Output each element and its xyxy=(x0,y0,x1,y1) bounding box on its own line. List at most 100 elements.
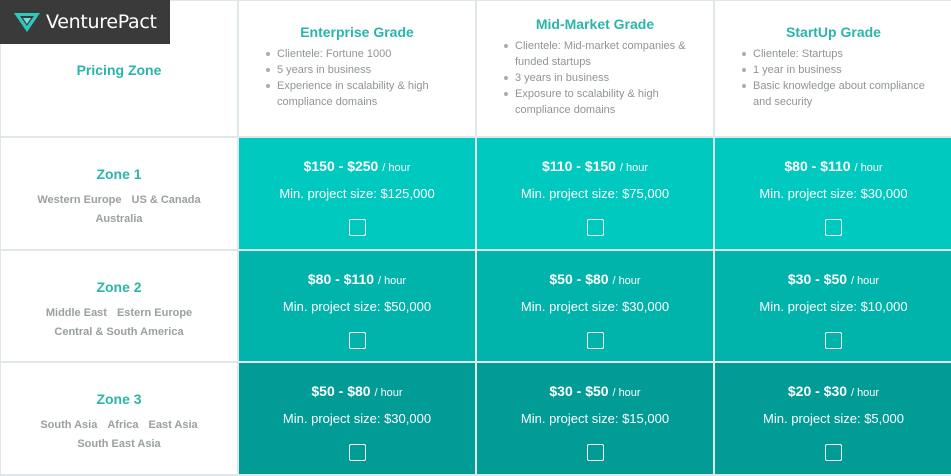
rate-unit: / hour xyxy=(374,387,403,399)
grade-enterprise: Enterprise Grade Clientele: Fortune 1000… xyxy=(239,1,475,136)
region-label: Australia xyxy=(95,213,143,225)
grade-title: Mid-Market Grade xyxy=(535,16,655,32)
price-cell-zone2-mid-market: $50 - $80 / hour Min. project size: $30,… xyxy=(477,251,713,361)
region-label: Western Europe xyxy=(37,194,122,206)
zone-title: Zone 2 xyxy=(96,279,142,295)
min-project-size: Min. project size: $10,000 xyxy=(759,299,908,314)
zone-1-cell: Zone 1 Western Europe US & Canada Austral… xyxy=(1,138,237,249)
region-line: Middle East Estern Europe xyxy=(41,304,197,323)
hourly-rate: $110 - $150 / hour xyxy=(542,158,648,174)
price-cell-zone1-startup: $80 - $110 / hour Min. project size: $30… xyxy=(715,138,951,249)
rate-unit: / hour xyxy=(854,162,883,174)
select-checkbox[interactable] xyxy=(825,332,842,349)
select-checkbox[interactable] xyxy=(586,219,604,236)
venturepact-v-icon xyxy=(14,13,40,32)
region-label: Estern Europe xyxy=(116,307,193,319)
region-line: South East Asia xyxy=(72,435,165,454)
grade-bullets: Clientele: Fortune 1000 5 years in busin… xyxy=(239,46,475,110)
hourly-rate: $20 - $30 / hour xyxy=(788,383,879,399)
bullet-item: Clientele: Startups xyxy=(742,46,946,62)
venturepact-logo[interactable]: VenturePact xyxy=(0,0,170,44)
region-label: South Asia xyxy=(40,419,98,431)
grade-title: StartUp Grade xyxy=(786,24,881,40)
select-checkbox[interactable] xyxy=(348,219,366,236)
bullet-item: 5 years in business xyxy=(266,62,469,78)
hourly-rate: $30 - $50 / hour xyxy=(788,271,879,287)
min-project-size: Min. project size: $5,000 xyxy=(763,411,904,426)
hourly-rate: $50 - $80 / hour xyxy=(549,271,640,287)
min-project-size: Min. project size: $125,000 xyxy=(279,186,435,201)
grade-startup: StartUp Grade Clientele: Startups 1 year… xyxy=(715,1,951,136)
rate-range: $30 - $50 xyxy=(787,271,848,287)
pricing-zone-label: Pricing Zone xyxy=(76,61,162,78)
rate-range: $110 - $150 xyxy=(542,158,616,174)
hourly-rate: $150 - $250 / hour xyxy=(304,158,411,174)
rate-range: $20 - $30 xyxy=(787,383,848,399)
bullet-item: 3 years in business xyxy=(504,70,707,86)
rate-unit: / hour xyxy=(377,275,407,287)
rate-range: $80 - $110 xyxy=(307,271,375,287)
min-project-size: Min. project size: $30,000 xyxy=(520,299,670,314)
bullet-item: Clientele: Fortune 1000 xyxy=(266,46,469,62)
min-project-size: Min. project size: $30,000 xyxy=(282,411,432,426)
select-checkbox[interactable] xyxy=(825,444,842,461)
zone-2-cell: Zone 2 Middle East Estern Europe Central … xyxy=(1,251,237,361)
price-cell-zone1-mid-market: $110 - $150 / hour Min. project size: $7… xyxy=(477,138,713,249)
zone-title: Zone 3 xyxy=(96,391,142,407)
grade-mid-market: Mid-Market Grade Clientele: Mid-market c… xyxy=(477,1,713,136)
select-checkbox[interactable] xyxy=(586,332,604,349)
region-label: US & Canada xyxy=(131,194,201,206)
region-line: Western Europe US & Canada xyxy=(32,191,205,210)
pricing-grid: Pricing Zone Enterprise Grade Clientele:… xyxy=(1,1,951,474)
rate-range: $50 - $80 xyxy=(311,383,371,399)
price-cell-zone2-startup: $30 - $50 / hour Min. project size: $10,… xyxy=(715,251,951,361)
rate-range: $50 - $80 xyxy=(549,271,609,287)
hourly-rate: $80 - $110 / hour xyxy=(308,271,406,287)
rate-unit: / hour xyxy=(612,387,641,399)
hourly-rate: $30 - $50 / hour xyxy=(549,383,640,399)
rate-range: $30 - $50 xyxy=(549,383,609,399)
min-project-size: Min. project size: $15,000 xyxy=(520,411,670,426)
rate-unit: / hour xyxy=(850,275,880,287)
bullet-item: Clientele: Mid-market companies & funded… xyxy=(504,38,707,70)
select-checkbox[interactable] xyxy=(825,219,842,236)
region-label: East Asia xyxy=(148,419,198,431)
price-cell-zone3-mid-market: $30 - $50 / hour Min. project size: $15,… xyxy=(477,363,713,474)
bullet-item: 1 year in business xyxy=(742,62,946,78)
price-cell-zone1-enterprise: $150 - $250 / hour Min. project size: $1… xyxy=(239,138,475,249)
region-label: South East Asia xyxy=(77,438,161,450)
price-cell-zone2-enterprise: $80 - $110 / hour Min. project size: $50… xyxy=(239,251,475,361)
zone-title: Zone 1 xyxy=(96,166,142,182)
region-line: Central & South America xyxy=(49,323,188,342)
bullet-item: Experience in scalability & high complia… xyxy=(266,78,469,110)
hourly-rate: $80 - $110 / hour xyxy=(784,158,882,174)
rate-unit: / hour xyxy=(619,162,648,174)
hourly-rate: $50 - $80 / hour xyxy=(311,383,402,399)
region-line: Australia xyxy=(90,210,147,229)
grade-bullets: Clientele: Startups 1 year in business B… xyxy=(715,46,951,110)
zone-3-cell: Zone 3 South Asia Africa East Asia South E… xyxy=(1,363,237,474)
region-label: Africa xyxy=(107,419,139,431)
price-cell-zone3-enterprise: $50 - $80 / hour Min. project size: $30,… xyxy=(239,363,475,474)
region-label: Central & South America xyxy=(54,326,184,338)
logo-text: VenturePact xyxy=(46,11,157,33)
select-checkbox[interactable] xyxy=(586,444,604,461)
region-label: Middle East xyxy=(45,307,107,319)
min-project-size: Min. project size: $75,000 xyxy=(520,186,670,201)
rate-unit: / hour xyxy=(382,162,411,174)
select-checkbox[interactable] xyxy=(348,332,366,349)
pricing-table-page: VenturePact Pricing Zone Enterprise Grad… xyxy=(0,0,951,476)
grade-bullets: Clientele: Mid-market companies & funded… xyxy=(477,38,713,118)
rate-range: $150 - $250 xyxy=(303,158,379,174)
select-checkbox[interactable] xyxy=(348,444,366,461)
price-cell-zone3-startup: $20 - $30 / hour Min. project size: $5,0… xyxy=(715,363,951,474)
rate-range: $80 - $110 xyxy=(784,158,851,174)
rate-unit: / hour xyxy=(850,387,880,399)
min-project-size: Min. project size: $50,000 xyxy=(282,299,432,314)
rate-unit: / hour xyxy=(612,275,641,287)
bullet-item: Basic knowledge about compliance and sec… xyxy=(742,78,946,110)
min-project-size: Min. project size: $30,000 xyxy=(759,186,908,201)
grade-title: Enterprise Grade xyxy=(300,24,414,40)
region-line: South Asia Africa East Asia xyxy=(35,416,202,435)
bullet-item: Exposure to scalability & high complianc… xyxy=(504,86,707,118)
